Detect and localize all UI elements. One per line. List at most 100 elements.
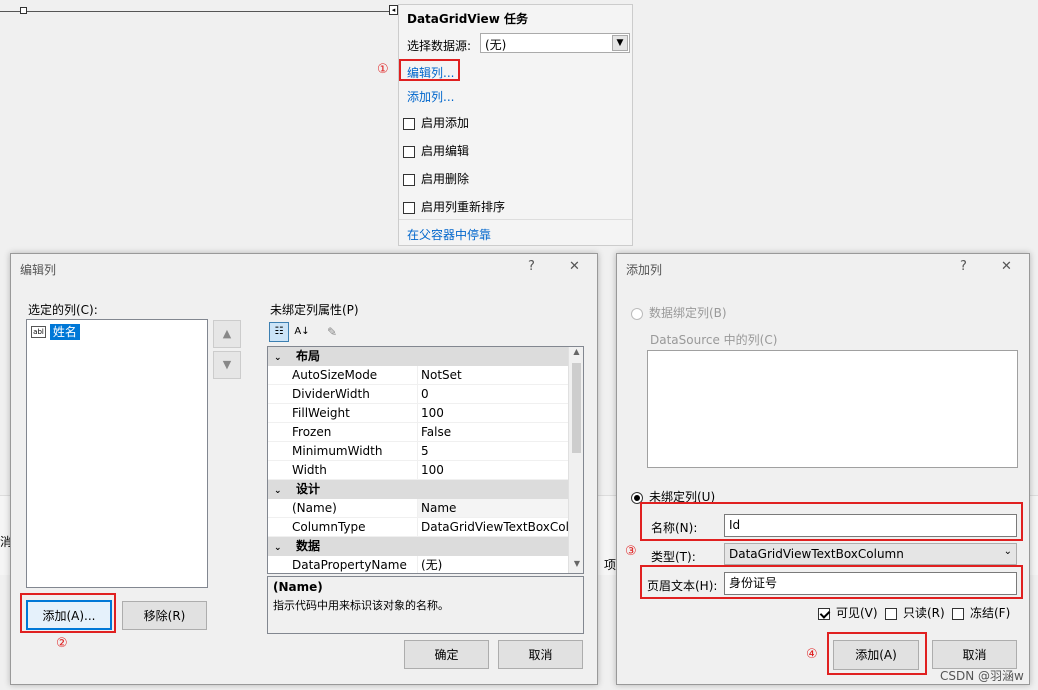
- collapse-icon[interactable]: ⌄: [274, 482, 288, 501]
- category-label: 设计: [296, 482, 321, 496]
- help-button[interactable]: ?: [960, 259, 967, 274]
- property-value[interactable]: (无): [418, 556, 568, 573]
- close-icon[interactable]: ✕: [1001, 259, 1012, 274]
- close-icon[interactable]: ✕: [569, 259, 580, 274]
- marker-2: ②: [56, 636, 68, 651]
- grid-selection-line: [0, 11, 392, 12]
- type-value: DataGridViewTextBoxColumn: [729, 547, 904, 561]
- property-row[interactable]: Width 100: [268, 461, 568, 480]
- property-name: MinimumWidth: [268, 442, 418, 460]
- property-row[interactable]: Frozen False: [268, 423, 568, 442]
- datasource-select[interactable]: (无) ▼: [480, 33, 630, 53]
- property-row[interactable]: ColumnType DataGridViewTextBoxColu: [268, 518, 568, 537]
- checkbox-icon[interactable]: [885, 607, 897, 620]
- datasource-columns-label: DataSource 中的列(C): [650, 333, 778, 347]
- highlight-add-button: [20, 593, 116, 633]
- property-row[interactable]: FillWeight 100: [268, 404, 568, 423]
- type-label: 类型(T):: [651, 550, 696, 564]
- highlight-add-column-button: [827, 632, 927, 675]
- datasource-label: 选择数据源:: [407, 39, 472, 53]
- category-label: 布局: [296, 349, 321, 363]
- property-value[interactable]: Name: [418, 499, 568, 517]
- databound-radio[interactable]: 数据绑定列(B): [631, 304, 727, 321]
- property-name: (Name): [268, 499, 418, 517]
- property-value[interactable]: 5: [418, 442, 568, 460]
- property-row-selected[interactable]: (Name) Name: [268, 499, 568, 518]
- chevron-down-icon[interactable]: ⌄: [1004, 546, 1012, 557]
- check-label: 启用添加: [421, 116, 470, 130]
- type-select[interactable]: DataGridViewTextBoxColumn ⌄: [724, 543, 1017, 565]
- scroll-down-icon[interactable]: ▼: [569, 559, 583, 573]
- marker-1: ①: [377, 62, 389, 77]
- list-item[interactable]: abl 姓名: [31, 324, 80, 340]
- enable-reorder-check[interactable]: 启用列重新排序: [403, 198, 505, 215]
- property-value[interactable]: 100: [418, 461, 568, 479]
- help-button[interactable]: ?: [528, 259, 535, 274]
- chevron-down-icon[interactable]: ▼: [612, 35, 628, 51]
- list-item-label: 姓名: [49, 324, 80, 340]
- check-label: 启用列重新排序: [421, 200, 506, 214]
- move-up-button[interactable]: ▲: [213, 320, 241, 348]
- scroll-thumb[interactable]: [572, 363, 581, 453]
- property-value[interactable]: False: [418, 423, 568, 441]
- datasource-columns-list[interactable]: [647, 350, 1018, 468]
- highlight-name-field: [640, 502, 1023, 541]
- visible-check[interactable]: 可见(V): [818, 604, 878, 621]
- property-row[interactable]: DataPropertyName (无): [268, 556, 568, 573]
- property-row[interactable]: MinimumWidth 5: [268, 442, 568, 461]
- collapse-icon[interactable]: ⌄: [274, 539, 288, 558]
- checkbox-icon[interactable]: [403, 173, 415, 186]
- checkbox-icon[interactable]: [818, 607, 830, 620]
- property-pages-icon[interactable]: ✎: [322, 322, 342, 342]
- description-text: 指示代码中用来标识该对象的名称。: [273, 599, 449, 612]
- radio-icon[interactable]: [631, 307, 643, 320]
- property-value[interactable]: 100: [418, 404, 568, 422]
- tasks-title: DataGridView 任务: [407, 12, 528, 26]
- cancel-button[interactable]: 取消: [932, 640, 1017, 669]
- smart-tag-glyph[interactable]: ◂: [389, 5, 398, 15]
- divider: [399, 219, 632, 220]
- selected-columns-list[interactable]: abl 姓名: [26, 319, 208, 588]
- selected-columns-label: 选定的列(C):: [28, 303, 98, 317]
- checkbox-icon[interactable]: [403, 201, 415, 214]
- property-name: Frozen: [268, 423, 418, 441]
- property-value[interactable]: DataGridViewTextBoxColu: [418, 518, 568, 536]
- checkbox-icon[interactable]: [952, 607, 964, 620]
- designer-surface: [0, 0, 400, 255]
- move-down-button[interactable]: ▼: [213, 351, 241, 379]
- property-name: DataPropertyName: [268, 556, 418, 573]
- enable-edit-check[interactable]: 启用编辑: [403, 142, 469, 159]
- property-row[interactable]: AutoSizeMode NotSet: [268, 366, 568, 385]
- add-column-link[interactable]: 添加列...: [407, 88, 454, 105]
- property-value[interactable]: NotSet: [418, 366, 568, 384]
- cancel-button[interactable]: 取消: [498, 640, 583, 669]
- category-design[interactable]: ⌄ 设计: [268, 480, 568, 499]
- selection-handle[interactable]: [20, 7, 27, 14]
- category-data[interactable]: ⌄ 数据: [268, 537, 568, 556]
- categorized-icon[interactable]: ☷: [269, 322, 289, 342]
- properties-label: 未绑定列属性(P): [270, 303, 359, 317]
- enable-delete-check[interactable]: 启用删除: [403, 170, 469, 187]
- ok-button[interactable]: 确定: [404, 640, 489, 669]
- radio-label: 数据绑定列(B): [649, 306, 727, 320]
- property-value[interactable]: 0: [418, 385, 568, 403]
- textbox-column-icon: abl: [31, 326, 46, 338]
- collapse-icon[interactable]: ⌄: [274, 349, 288, 368]
- readonly-check[interactable]: 只读(R): [885, 604, 945, 621]
- description-title: (Name): [273, 580, 323, 594]
- property-grid[interactable]: ⌄ 布局 AutoSizeMode NotSet DividerWidth 0 Fil…: [267, 346, 584, 574]
- checkbox-icon[interactable]: [403, 145, 415, 158]
- checkbox-icon[interactable]: [403, 117, 415, 130]
- scroll-up-icon[interactable]: ▲: [569, 347, 583, 361]
- category-layout[interactable]: ⌄ 布局: [268, 347, 568, 366]
- property-name: Width: [268, 461, 418, 479]
- enable-add-check[interactable]: 启用添加: [403, 114, 469, 131]
- dock-link[interactable]: 在父容器中停靠: [407, 226, 491, 243]
- remove-button[interactable]: 移除(R): [122, 601, 207, 630]
- scrollbar[interactable]: ▲ ▼: [568, 347, 583, 573]
- check-label: 启用编辑: [421, 144, 470, 158]
- datasource-value: (无): [485, 38, 507, 52]
- property-row[interactable]: DividerWidth 0: [268, 385, 568, 404]
- frozen-check[interactable]: 冻结(F): [952, 604, 1010, 621]
- alphabetical-icon[interactable]: A↓: [292, 322, 312, 342]
